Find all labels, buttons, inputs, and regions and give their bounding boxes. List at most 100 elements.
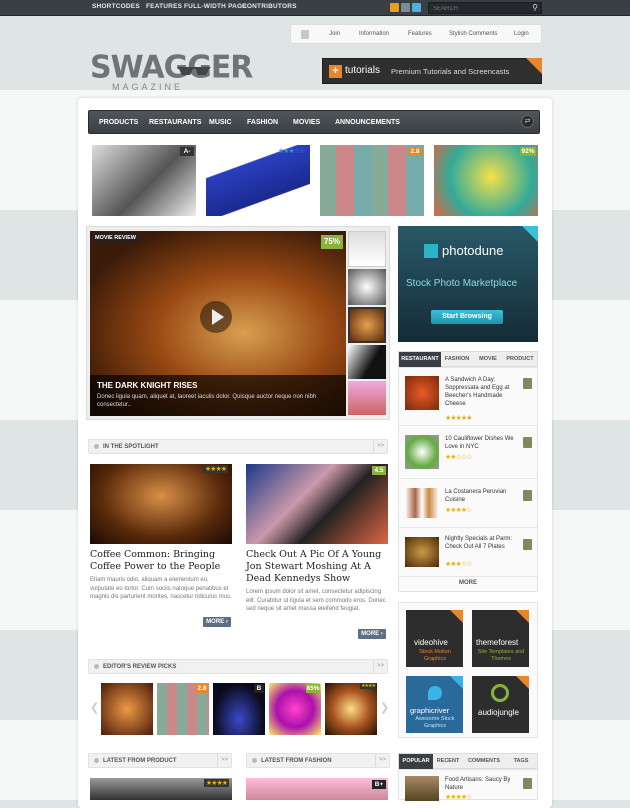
list-item[interactable]: Nightly Specials at Parm: Check Out All …	[399, 529, 537, 577]
tab-comments[interactable]: COMMENTS	[463, 754, 505, 769]
email-icon[interactable]	[401, 3, 410, 12]
shuffle-icon[interactable]: ⇄	[521, 115, 534, 128]
spotlight-title-1[interactable]: Coffee Common: Bringing Coffee Power to …	[90, 549, 234, 573]
topbar-link-features[interactable]: FEATURES	[146, 3, 182, 10]
menu-movies[interactable]: MOVIES	[293, 119, 320, 126]
tab-recent[interactable]: RECENT	[433, 754, 463, 769]
tab-product[interactable]: PRODUCT	[503, 352, 537, 367]
list-item[interactable]: 10 Cauliflower Dishes We Love in NYC ★★☆…	[399, 427, 537, 479]
more-button-2[interactable]: MORE ›	[358, 629, 386, 639]
main-nav: PRODUCTS RESTAURANTS MUSIC FASHION MOVIE…	[88, 110, 540, 134]
list-item[interactable]: A Sandwich A Day: Soppressata and Egg at…	[399, 368, 537, 426]
latest-fashion-arrow[interactable]: >>	[375, 754, 389, 767]
menu-announcements[interactable]: ANNOUNCEMENTS	[335, 119, 400, 126]
home-icon[interactable]	[301, 30, 309, 39]
rss-icon[interactable]	[390, 3, 399, 12]
more-button-1[interactable]: MORE ›	[203, 617, 231, 627]
editors-pick-2[interactable]: 2.8	[157, 683, 209, 735]
carousel-prev-icon[interactable]: ❮	[90, 701, 99, 714]
spotlight-title-2[interactable]: Check Out A Pic Of A Young Jon Stewart M…	[246, 549, 390, 585]
topbar-link-shortcodes[interactable]: SHORTCODES	[92, 3, 140, 10]
list-item-title[interactable]: Nightly Specials at Parm: Check Out All …	[445, 535, 523, 551]
ad-name: audiojungle	[478, 708, 519, 717]
popular-item-title[interactable]: Food Artisans: Saucy By Nature	[445, 776, 523, 792]
feature-excerpt: Donec ligula quam, aliquet at, laoreet i…	[97, 394, 317, 408]
videohive-ad[interactable]: videohive Stock Motion Graphics	[406, 610, 463, 667]
tab-tags[interactable]: TAGS	[505, 754, 537, 769]
list-item-title[interactable]: A Sandwich A Day: Soppressata and Egg at…	[445, 376, 523, 408]
list-item-thumb	[405, 537, 439, 567]
list-item-thumb	[405, 488, 439, 518]
list-item-title[interactable]: 10 Cauliflower Dishes We Love in NYC	[445, 435, 523, 451]
feature-thumb-2[interactable]	[348, 269, 386, 305]
photodune-ad[interactable]: photodune Stock Photo Marketplace Start …	[398, 226, 538, 342]
corner-ribbon	[516, 676, 529, 689]
nav-login[interactable]: Login	[514, 31, 529, 37]
nav-join[interactable]: Join	[329, 31, 340, 37]
play-icon[interactable]	[200, 301, 232, 333]
sunglasses-icon	[177, 67, 211, 75]
rating-stars: ★★★☆☆	[445, 561, 472, 568]
spotlight-more-arrow[interactable]: >>	[373, 440, 387, 453]
list-item[interactable]: La Costanera Peruvian Cuisine ★★★★☆	[399, 480, 537, 528]
latest-product-arrow[interactable]: >>	[217, 754, 231, 767]
list-item-thumb	[405, 776, 439, 801]
feature-thumb-5[interactable]	[348, 381, 386, 415]
feature-thumb-1[interactable]	[348, 231, 386, 267]
tab-restaurant[interactable]: RESTAURANT	[399, 352, 441, 367]
search-icon[interactable]: ⚲	[532, 3, 538, 12]
rating-stars: ★★★★☆	[445, 507, 472, 514]
top-tile-4[interactable]: 92%	[434, 145, 538, 216]
editors-more-arrow[interactable]: >>	[373, 660, 387, 673]
editors-pick-5[interactable]: ★★★★	[325, 683, 377, 735]
top-tile-1[interactable]: A-	[92, 145, 196, 216]
feature-thumb-4[interactable]	[348, 345, 386, 379]
start-browsing-button[interactable]: Start Browsing	[431, 310, 503, 324]
top-tile-3[interactable]: 2.8	[320, 145, 424, 216]
corner-ribbon	[522, 226, 538, 242]
rating-stars: ★★★★★	[445, 415, 472, 422]
tutorials-banner[interactable]: + tutorials Premium Tutorials and Screen…	[322, 58, 542, 84]
image-grade: B+	[372, 780, 386, 789]
site-logo[interactable]: SWAGGER	[90, 49, 253, 86]
spotlight-image-2[interactable]: 4.5	[246, 464, 388, 544]
menu-products[interactable]: PRODUCTS	[99, 119, 138, 126]
latest-product-image[interactable]: ★★★★	[90, 778, 232, 800]
editors-pick-3[interactable]: B	[213, 683, 265, 735]
twitter-icon[interactable]	[412, 3, 421, 12]
carousel-next-icon[interactable]: ❯	[380, 701, 389, 714]
tile-grade: 92%	[520, 147, 536, 156]
feature-thumb-3[interactable]	[348, 307, 386, 343]
editors-pick-1[interactable]	[101, 683, 153, 735]
sidebar-more-link[interactable]: MORE	[399, 580, 537, 586]
tab-fashion[interactable]: FASHION	[441, 352, 473, 367]
latest-fashion-image[interactable]: B+	[246, 778, 388, 800]
menu-music[interactable]: MUSIC	[209, 119, 232, 126]
top-tile-2[interactable]: ★★★☆☆	[206, 145, 310, 216]
audiojungle-ad[interactable]: audiojungle	[472, 676, 529, 733]
pick-grade: 2.8	[196, 684, 208, 693]
spotlight-image-1[interactable]: ★★★★	[90, 464, 232, 544]
nav-stylish-comments[interactable]: Stylish Comments	[449, 31, 497, 37]
editors-picks-header: EDITOR'S REVIEW PICKS >>	[88, 659, 388, 674]
tab-movie[interactable]: MOVIE	[473, 352, 503, 367]
search-input[interactable]	[433, 4, 528, 13]
graphicriver-logo-icon	[428, 686, 442, 700]
feature-title[interactable]: THE DARK KNIGHT RISES	[97, 381, 197, 390]
section-bullet-icon	[252, 758, 257, 763]
nav-features[interactable]: Features	[408, 31, 432, 37]
topbar-link-contributors[interactable]: CONTRIBUTORS	[242, 3, 297, 10]
feature-image[interactable]: MOVIE REVIEW 75% THE DARK KNIGHT RISES D…	[90, 231, 346, 416]
nav-information[interactable]: Information	[359, 31, 389, 37]
graphicriver-ad[interactable]: graphicriver Awesome Stock Graphics	[406, 676, 463, 733]
menu-restaurants[interactable]: RESTAURANTS	[149, 119, 201, 126]
feature-score: 75%	[321, 235, 343, 249]
ad-name: videohive	[414, 638, 448, 647]
topbar-link-full-width[interactable]: FULL-WIDTH PAGE	[184, 3, 247, 10]
menu-fashion[interactable]: FASHION	[247, 119, 278, 126]
tile-grade: 2.8	[408, 147, 422, 156]
tab-popular[interactable]: POPULAR	[399, 754, 433, 769]
editors-pick-4[interactable]: 85%	[269, 683, 321, 735]
list-item-title[interactable]: La Costanera Peruvian Cuisine	[445, 488, 523, 504]
themeforest-ad[interactable]: themeforest Site Templates and Themes	[472, 610, 529, 667]
